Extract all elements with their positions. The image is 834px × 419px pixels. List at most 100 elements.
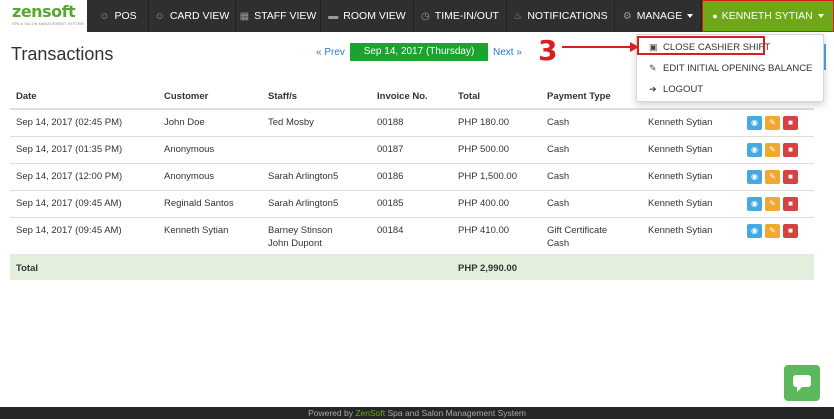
- user-menu-button[interactable]: ● KENNETH SYTIAN: [702, 0, 834, 32]
- eye-icon: ◉: [751, 226, 758, 235]
- eye-icon: ◉: [751, 145, 758, 154]
- footer-brand-link[interactable]: ZenSoft: [355, 408, 385, 418]
- cell-payment: Cash: [547, 171, 570, 182]
- table-row[interactable]: Sep 14, 2017 (09:45 AM) Kenneth Sytian B…: [10, 218, 814, 255]
- view-button[interactable]: ◉: [747, 224, 762, 238]
- edit-icon: ✎: [649, 63, 657, 73]
- cell-date: Sep 14, 2017 (02:45 PM): [16, 117, 123, 128]
- delete-button[interactable]: ■: [783, 224, 798, 238]
- cell-total: PHP 410.00: [458, 225, 510, 236]
- cell-cashier: Kenneth Sytian: [648, 198, 713, 209]
- view-button[interactable]: ◉: [747, 143, 762, 157]
- col-payment-type: Payment Type: [547, 91, 611, 102]
- delete-button[interactable]: ■: [783, 197, 798, 211]
- row-actions: ◉ ✎ ■: [747, 143, 801, 157]
- nav-room-view[interactable]: ▬ ROOM VIEW: [321, 0, 414, 32]
- col-invoice: Invoice No.: [377, 91, 428, 102]
- table-row[interactable]: Sep 14, 2017 (12:00 PM) Anonymous Sarah …: [10, 164, 814, 191]
- cell-customer: Anonymous: [164, 144, 215, 155]
- view-button[interactable]: ◉: [747, 170, 762, 184]
- pencil-icon: ✎: [769, 172, 776, 181]
- nav-label: CARD VIEW: [169, 10, 230, 22]
- page-title: Transactions: [11, 44, 114, 64]
- brand-tagline: SPA & SALON MANAGEMENT SYSTEM: [12, 22, 84, 26]
- prev-date-link[interactable]: « Prev: [316, 47, 345, 58]
- brand-logo[interactable]: zensoft SPA & SALON MANAGEMENT SYSTEM: [0, 0, 87, 32]
- bed-icon: ▬: [328, 11, 339, 22]
- nav-label: STAFF VIEW: [254, 10, 317, 22]
- delete-button[interactable]: ■: [783, 170, 798, 184]
- table-row[interactable]: Sep 14, 2017 (01:35 PM) Anonymous 00187 …: [10, 137, 814, 164]
- table-row[interactable]: Sep 14, 2017 (09:45 AM) Reginald Santos …: [10, 191, 814, 218]
- next-date-link[interactable]: Next »: [493, 47, 522, 58]
- nav-label: POS: [114, 10, 137, 22]
- row-actions: ◉ ✎ ■: [747, 116, 801, 130]
- cell-staff-2: John Dupont: [268, 238, 322, 249]
- cell-cashier: Kenneth Sytian: [648, 117, 713, 128]
- pencil-icon: ✎: [769, 145, 776, 154]
- nav-notifications[interactable]: ♨ NOTIFICATIONS: [507, 0, 615, 32]
- nav-label: TIME-IN/OUT: [434, 10, 499, 22]
- nav-label: NOTIFICATIONS: [527, 10, 608, 22]
- trash-icon: ■: [788, 199, 793, 208]
- eye-icon: ◉: [751, 172, 758, 181]
- clock-icon: ◷: [421, 11, 430, 22]
- table-row[interactable]: Sep 14, 2017 (02:45 PM) John Doe Ted Mos…: [10, 110, 814, 137]
- top-navbar: zensoft SPA & SALON MANAGEMENT SYSTEM ☺ P…: [0, 0, 834, 32]
- view-button[interactable]: ◉: [747, 116, 762, 130]
- caret-down-icon: [687, 14, 694, 19]
- col-staff: Staff/s: [268, 91, 298, 102]
- edit-button[interactable]: ✎: [765, 224, 780, 238]
- chat-button[interactable]: [784, 365, 820, 401]
- footer: Powered by ZenSoft Spa and Salon Managem…: [0, 407, 834, 419]
- cell-invoice: 00188: [377, 117, 404, 128]
- cell-staff: Sarah Arlington5: [268, 198, 339, 209]
- view-button[interactable]: ◉: [747, 197, 762, 211]
- nav-label: ROOM VIEW: [343, 10, 406, 22]
- footer-suffix: Spa and Salon Management System: [385, 408, 526, 418]
- pencil-icon: ✎: [769, 199, 776, 208]
- edit-button[interactable]: ✎: [765, 197, 780, 211]
- footer-prefix: Powered by: [308, 408, 356, 418]
- cell-payment: Gift Certificate: [547, 225, 608, 236]
- nav-card-view[interactable]: ☺ CARD VIEW: [149, 0, 236, 32]
- nav-staff-view[interactable]: ▦ STAFF VIEW: [236, 0, 321, 32]
- delete-button[interactable]: ■: [783, 116, 798, 130]
- cell-cashier: Kenneth Sytian: [648, 144, 713, 155]
- cell-customer: Anonymous: [164, 171, 215, 182]
- chat-bubble-icon: [793, 375, 811, 392]
- edit-button[interactable]: ✎: [765, 143, 780, 157]
- bell-icon: ♨: [513, 11, 523, 22]
- delete-button[interactable]: ■: [783, 143, 798, 157]
- user-name: KENNETH SYTIAN: [721, 10, 813, 22]
- col-total: Total: [458, 91, 480, 102]
- nav-pos[interactable]: ☺ POS: [88, 0, 149, 32]
- nav-manage[interactable]: ⚙ MANAGE: [615, 0, 702, 32]
- col-customer: Customer: [164, 91, 209, 102]
- menu-label: LOGOUT: [663, 84, 704, 95]
- cell-staff: Barney Stinson: [268, 225, 333, 236]
- menu-logout[interactable]: ➜ LOGOUT: [637, 80, 823, 98]
- cell-payment: Cash: [547, 117, 570, 128]
- user-icon: ●: [712, 11, 718, 21]
- edit-button[interactable]: ✎: [765, 116, 780, 130]
- users-icon: ☺: [99, 11, 110, 22]
- current-date-badge[interactable]: Sep 14, 2017 (Thursday): [350, 43, 488, 61]
- sitemap-icon: ▦: [239, 11, 250, 22]
- trash-icon: ■: [788, 226, 793, 235]
- brand-name: zensoft: [12, 2, 76, 21]
- cell-cashier: Kenneth Sytian: [648, 171, 713, 182]
- edit-button[interactable]: ✎: [765, 170, 780, 184]
- nav-label: MANAGE: [636, 10, 683, 22]
- nav-time-in-out[interactable]: ◷ TIME-IN/OUT: [414, 0, 507, 32]
- cell-invoice: 00187: [377, 144, 404, 155]
- cell-customer: Kenneth Sytian: [164, 225, 229, 236]
- cell-cashier: Kenneth Sytian: [648, 225, 713, 236]
- cell-invoice: 00185: [377, 198, 404, 209]
- eye-icon: ◉: [751, 118, 758, 127]
- menu-edit-opening-balance[interactable]: ✎ EDIT INITIAL OPENING BALANCE: [637, 59, 823, 77]
- gear-icon: ⚙: [622, 11, 632, 22]
- trash-icon: ■: [788, 118, 793, 127]
- cell-date: Sep 14, 2017 (09:45 AM): [16, 225, 122, 236]
- total-row: Total PHP 2,990.00: [10, 254, 814, 280]
